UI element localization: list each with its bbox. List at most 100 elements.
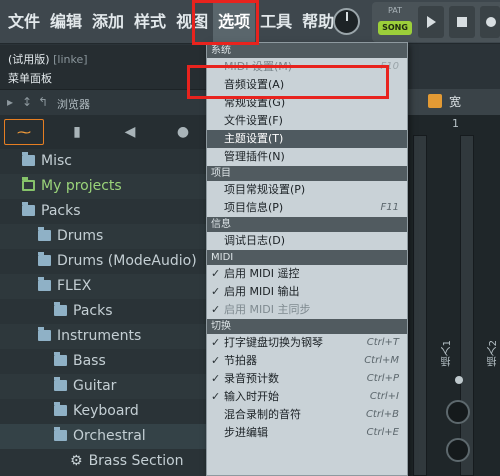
- mixer-led-icon: [455, 376, 463, 384]
- browser-tree-row[interactable]: Packs: [0, 199, 210, 224]
- folder-icon: [38, 227, 51, 241]
- hint-title-user: [linke]: [53, 53, 88, 66]
- browser-toolbar: ▸ ↕ ↰ 浏览器: [0, 89, 210, 115]
- browser-tree-row[interactable]: Guitar: [0, 374, 210, 399]
- mixer-insert-label: 插入2: [488, 340, 499, 367]
- menu-option[interactable]: 主题设置(T): [207, 130, 407, 148]
- menu-option[interactable]: ✓ 打字键盘切换为钢琴 Ctrl+T: [207, 334, 407, 352]
- browser-tree-row[interactable]: Bass: [0, 349, 210, 374]
- menu-option[interactable]: 文件设置(F): [207, 112, 407, 130]
- browser-tree-row[interactable]: ⚙ Brass Section: [0, 449, 210, 474]
- menu-item[interactable]: 编辑: [45, 0, 87, 44]
- menu-option[interactable]: ✓ 节拍器 Ctrl+M: [207, 352, 407, 370]
- back-icon[interactable]: ↰: [38, 95, 48, 109]
- menu-option-label: 启用 MIDI 输出: [224, 285, 300, 298]
- browser-tree-label: Drums: [57, 228, 104, 244]
- menu-section-header: 项目: [207, 166, 407, 181]
- menu-shortcut: Ctrl+B: [365, 409, 399, 420]
- menu-shortcut: Ctrl+M: [364, 355, 399, 366]
- browser-tree-row[interactable]: Packs: [0, 299, 210, 324]
- master-volume-knob[interactable]: [333, 8, 360, 35]
- record-button[interactable]: [480, 6, 500, 38]
- folder-icon: [22, 152, 35, 166]
- mixer-pan-knob[interactable]: [446, 400, 470, 424]
- menu-option-label: 项目常规设置(P): [224, 183, 306, 196]
- menu-section-header: MIDI: [207, 250, 407, 265]
- browser-tree-row[interactable]: Keyboard: [0, 399, 210, 424]
- menu-option-label: 调试日志(D): [224, 234, 286, 247]
- menu-shortcut: F11: [380, 202, 399, 213]
- folder-icon: [38, 252, 51, 266]
- browser-tree-row[interactable]: Drums (ModeAudio): [0, 249, 210, 274]
- pat-label: PAT: [387, 6, 403, 15]
- file-tab-icon[interactable]: ▮: [57, 119, 97, 145]
- menu-option[interactable]: 项目信息(P) F11: [207, 199, 407, 217]
- menu-item[interactable]: 工具: [255, 0, 297, 44]
- browser-tree-label: Keyboard: [73, 403, 139, 419]
- waveform-tab-icon[interactable]: ⁓: [4, 119, 44, 145]
- mixer-strip[interactable]: [413, 135, 427, 476]
- menu-option-label: 混合录制的音符: [224, 408, 301, 421]
- menu-option-label: 打字键盘切换为钢琴: [224, 336, 323, 349]
- menu-option-label: 文件设置(F): [224, 114, 283, 127]
- highlight-options-menu: [192, 0, 259, 45]
- browser-tree-row[interactable]: Drums: [0, 224, 210, 249]
- playlist-icon[interactable]: [428, 94, 442, 108]
- hint-subtitle: 菜单面板: [8, 72, 52, 85]
- menu-item[interactable]: 文件: [0, 0, 45, 44]
- play-button[interactable]: [418, 6, 444, 38]
- globe-tab-icon[interactable]: ●: [163, 119, 203, 145]
- menu-item[interactable]: 添加: [87, 0, 129, 44]
- checkmark-icon: ✓: [211, 354, 221, 367]
- checkmark-icon: ✓: [211, 336, 221, 349]
- plugin-gear-icon: ⚙: [70, 453, 83, 469]
- menu-shortcut: Ctrl+E: [366, 427, 400, 438]
- menu-option-label: 项目信息(P): [224, 201, 284, 214]
- browser-tree-label: Misc: [41, 153, 72, 169]
- song-label: SONG: [378, 21, 412, 35]
- mixer-volume-knob[interactable]: [446, 438, 470, 462]
- folder-icon: [54, 352, 67, 366]
- folder-icon: [54, 402, 67, 416]
- browser-tabs: ⁓ ▮ ◀ ●: [0, 115, 210, 149]
- menu-option[interactable]: 混合录制的音符 Ctrl+B: [207, 406, 407, 424]
- checkmark-icon: ✓: [211, 303, 221, 316]
- folder-icon: [54, 302, 67, 316]
- browser-tree-row[interactable]: Misc: [0, 149, 210, 174]
- browser-tree-row[interactable]: My projects: [0, 174, 210, 199]
- menu-item[interactable]: 样式: [129, 0, 171, 44]
- folder-icon: [38, 327, 51, 341]
- menu-option[interactable]: 管理插件(N): [207, 148, 407, 166]
- browser-tree-row[interactable]: Instruments: [0, 324, 210, 349]
- speaker-tab-icon[interactable]: ◀: [110, 119, 150, 145]
- menu-shortcut: Ctrl+I: [369, 391, 399, 402]
- menu-section-header: 系统: [207, 43, 407, 58]
- menu-option-label: 输入时开始: [224, 390, 279, 403]
- menu-option-label: 主题设置(T): [224, 132, 284, 145]
- menu-option[interactable]: ✓ 启用 MIDI 输出: [207, 283, 407, 301]
- browser-tree-label: Drums (ModeAudio): [57, 253, 197, 269]
- collapse-arrow-icon[interactable]: ▸: [7, 95, 13, 109]
- menu-option[interactable]: 项目常规设置(P): [207, 181, 407, 199]
- menu-option[interactable]: 调试日志(D): [207, 232, 407, 250]
- browser-tree-row[interactable]: FLEX: [0, 274, 210, 299]
- browser-tree-label: Packs: [41, 203, 81, 219]
- menu-option[interactable]: ✓ 录音预计数 Ctrl+P: [207, 370, 407, 388]
- menu-option[interactable]: ✓ 输入时开始 Ctrl+I: [207, 388, 407, 406]
- sort-icon[interactable]: ↕: [22, 95, 32, 109]
- browser-tree-label: Brass Section: [88, 453, 184, 469]
- menu-option[interactable]: 步进编辑 Ctrl+E: [207, 424, 407, 442]
- pat-song-toggle[interactable]: PAT SONG: [378, 6, 412, 38]
- playlist-label: 宽: [449, 95, 462, 109]
- menu-option-label: 启用 MIDI 主同步: [224, 303, 311, 316]
- menu-option[interactable]: ✓ 启用 MIDI 遥控: [207, 265, 407, 283]
- project-folder-icon: [22, 177, 35, 191]
- browser-tree-label: Orchestral: [73, 428, 146, 444]
- mixer-strip[interactable]: [460, 135, 474, 476]
- menu-option[interactable]: ✓ 启用 MIDI 主同步: [207, 301, 407, 319]
- folder-icon: [54, 377, 67, 391]
- stop-button[interactable]: [449, 6, 475, 38]
- browser-tree-row[interactable]: Orchestral: [0, 424, 210, 449]
- browser-tree-label: Packs: [73, 303, 113, 319]
- browser-tree-label: Guitar: [73, 378, 117, 394]
